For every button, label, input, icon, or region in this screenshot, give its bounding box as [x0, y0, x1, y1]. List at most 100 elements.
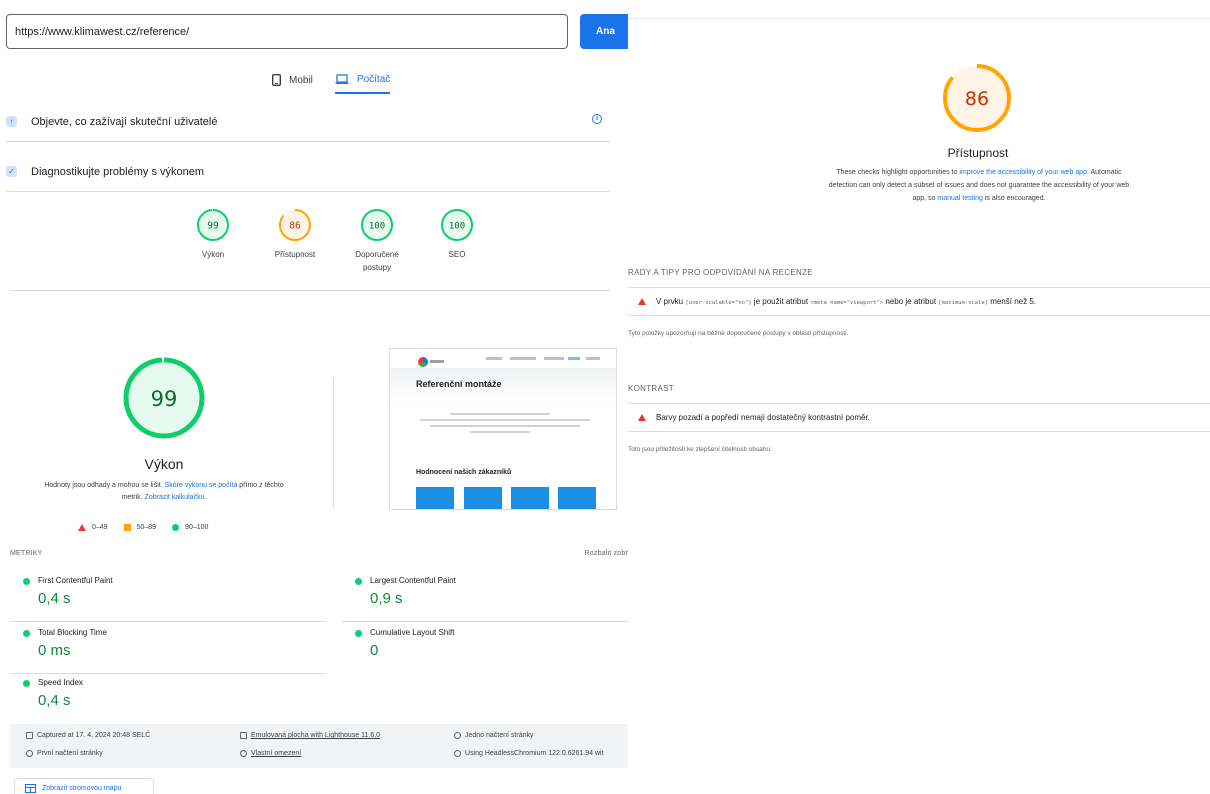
captured-at-text: Captured at 17. 4. 2024 20:48 SELČ	[37, 732, 151, 739]
preview-nav-link	[586, 357, 600, 360]
audit-viewport-scale[interactable]: V prvku [user-scalable="no"] je použit a…	[628, 288, 1210, 316]
tab-mobile-label: Mobil	[289, 74, 313, 86]
url-form: Ana	[6, 14, 628, 50]
gauge-accessibility[interactable]: 86 Přístupnost	[260, 208, 330, 261]
gauge-performance-ring: 99	[197, 209, 229, 241]
browser-info-text: Using HeadlessChromium 122.0.6261.94 wit	[465, 750, 604, 757]
metric-cls-name: Cumulative Layout Shift	[370, 628, 455, 637]
legend-average-label: 50–89	[136, 524, 157, 531]
users-icon: ↑	[6, 116, 17, 127]
throttling[interactable]: Vlastní omezení	[240, 750, 301, 757]
left-panel: Ana Mobil Počítač ↑ Objevte, co zažívají…	[0, 0, 628, 794]
phone-icon	[272, 74, 281, 86]
tab-desktop[interactable]: Počítač	[334, 66, 391, 94]
gauge-accessibility-ring: 86	[279, 209, 311, 241]
emulated-device-text: Emulovaná plocha with Lighthouse 11.6.0	[251, 732, 381, 739]
treemap-icon	[25, 783, 36, 793]
calculator-link[interactable]: Zobrazit kalkulačku.	[145, 494, 207, 501]
metric-si-name: Speed Index	[38, 678, 83, 687]
metric-fcp-name: First Contentful Paint	[38, 576, 113, 585]
gauge-best-practices-label: Doporučené postupy	[355, 250, 399, 272]
accessibility-big-gauge: 86	[943, 64, 1011, 132]
gauge-best-practices[interactable]: 100 Doporučené postupy	[342, 208, 412, 274]
tab-desktop-label: Počítač	[356, 73, 391, 85]
gauge-best-practices-ring: 100	[361, 209, 393, 241]
a11y-desc-text-3: is also encouraged.	[982, 195, 1046, 202]
audit-code: [user-scalable="no"]	[685, 300, 752, 306]
improve-accessibility-link[interactable]: improve the accessibility of your web ap…	[959, 169, 1087, 176]
view-treemap-button[interactable]: Zobrazit stromovou mapu	[14, 778, 154, 794]
url-input[interactable]	[6, 14, 568, 49]
gauge-seo[interactable]: 100 SEO	[422, 208, 492, 261]
expand-view-toggle[interactable]: Rozbalit zobr	[585, 550, 628, 557]
score-legend: 0–49 50–89 90–100	[78, 524, 208, 531]
preview-text-line	[420, 419, 590, 421]
metric-fcp: First Contentful Paint 0,4 s	[10, 572, 326, 622]
fail-triangle-icon	[78, 524, 86, 531]
throttling-text: Vlastní omezení	[251, 750, 302, 757]
metric-lcp-name: Largest Contentful Paint	[370, 576, 456, 585]
analyze-button[interactable]: Ana	[580, 14, 628, 49]
fail-triangle-icon	[638, 298, 646, 305]
audit-text-part: nebo je atribut	[883, 297, 939, 306]
gauge-seo-value: 100	[449, 222, 465, 232]
metric-tbt-name: Total Blocking Time	[38, 628, 107, 637]
group-contrast-note: Toto jsou příležitosti ke zlepšení čitel…	[628, 446, 772, 453]
preview-nav-link	[486, 357, 502, 360]
metric-si-value: 0,4 s	[38, 692, 71, 709]
gauge-accessibility-label: Přístupnost	[274, 250, 316, 259]
preview-title: Referenční montáže	[416, 379, 502, 389]
legend-pass: 90–100	[172, 524, 208, 531]
metric-lcp: Largest Contentful Paint 0,9 s	[342, 572, 628, 622]
average-square-icon	[123, 524, 131, 531]
preview-nav-link	[568, 357, 580, 360]
pass-dot-icon	[23, 578, 30, 585]
gauge-performance-label: Výkon	[201, 250, 225, 259]
tab-mobile[interactable]: Mobil	[272, 66, 313, 94]
initial-load: První načtení stránky	[26, 750, 103, 757]
gauge-seo-ring: 100	[441, 209, 473, 241]
run-info-footer: Captured at 17. 4. 2024 20:48 SELČ První…	[10, 724, 628, 768]
audit-color-contrast[interactable]: Barvy pozadí a popředí nemají dostatečný…	[628, 404, 1210, 432]
laptop-icon	[335, 73, 349, 84]
legend-pass-label: 90–100	[185, 524, 209, 531]
initial-load-text: První načtení stránky	[37, 750, 103, 757]
metrics-header: METRIKY Rozbalit zobr	[10, 550, 628, 557]
accessibility-big-score: 86	[965, 88, 989, 110]
fail-triangle-icon	[638, 414, 646, 421]
metrics-title: METRIKY	[10, 550, 43, 557]
preview-text-line	[450, 413, 550, 415]
timer-icon	[26, 750, 33, 757]
preview-card	[558, 487, 596, 509]
metric-fcp-value: 0,4 s	[38, 590, 71, 607]
metric-cls: Cumulative Layout Shift 0	[342, 624, 628, 674]
single-load-text: Jedno načtení stránky	[465, 732, 534, 739]
metric-tbt: Total Blocking Time 0 ms	[10, 624, 326, 674]
preview-card	[416, 487, 454, 509]
preview-logo-text	[430, 360, 444, 363]
page-screenshot-preview[interactable]: Referenční montáže Hodnocení našich záka…	[389, 348, 617, 510]
right-panel: 86 Přístupnost These checks highlight op…	[628, 0, 1210, 794]
gauge-seo-label: SEO	[448, 250, 466, 259]
preview-card	[464, 487, 502, 509]
performance-big-score: 99	[151, 387, 178, 411]
single-load: Jedno načtení stránky	[454, 732, 534, 739]
manual-testing-link[interactable]: manual testing	[937, 195, 983, 202]
performance-big-gauge: 99	[123, 357, 205, 439]
preview-subtitle: Hodnocení našich zákazníků	[416, 469, 512, 476]
pass-dot-icon	[355, 630, 362, 637]
emulated-device[interactable]: Emulovaná plocha with Lighthouse 11.6.0	[240, 732, 380, 739]
metric-si: Speed Index 0,4 s	[10, 674, 326, 724]
info-icon[interactable]: i	[592, 114, 602, 124]
metric-cls-value: 0	[370, 642, 379, 659]
legend-fail-label: 0–49	[92, 524, 108, 531]
audit-contrast-text: Barvy pozadí a popředí nemají dostatečný…	[656, 413, 870, 422]
pass-dot-icon	[355, 578, 362, 585]
pass-dot-icon	[23, 630, 30, 637]
field-data-section[interactable]: ↑ Objevte, co zažívají skuteční uživatel…	[6, 102, 610, 142]
calendar-icon	[26, 732, 33, 739]
diagnose-section[interactable]: ✓ Diagnostikujte problémy s výkonem	[6, 152, 610, 192]
gauge-performance[interactable]: 99 Výkon	[178, 208, 248, 261]
perf-score-link[interactable]: Skóre výkonu se počítá	[165, 482, 238, 489]
audit-code: [maximum-scale]	[938, 300, 988, 306]
